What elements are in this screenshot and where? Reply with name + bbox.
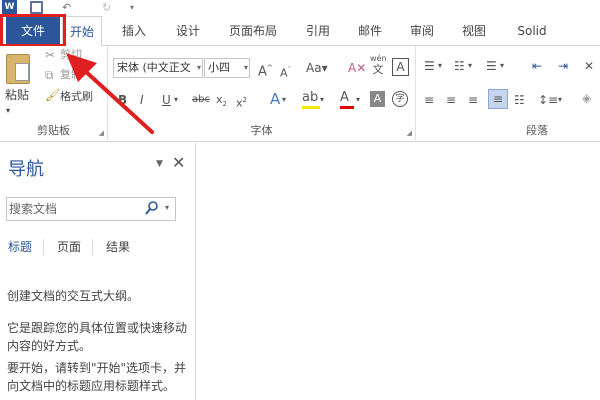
bold-icon[interactable]: B (118, 92, 127, 108)
change-case-icon[interactable]: Aa▾ (306, 60, 328, 76)
cut-button[interactable]: 剪切 (60, 46, 82, 64)
divider (92, 239, 93, 255)
copy-button[interactable]: 复制 (60, 66, 82, 84)
numbering-dropdown-icon[interactable]: ▾ (468, 58, 472, 74)
search-input[interactable] (9, 200, 141, 218)
font-color-icon[interactable]: A (340, 90, 354, 109)
font-name-field[interactable]: 宋体 (中文正文 ▾ (113, 58, 203, 78)
line-spacing-icon[interactable]: ↕≡ (538, 92, 558, 108)
multilevel-list-icon[interactable]: ☰ (486, 58, 497, 74)
align-right-icon[interactable]: ≡ (468, 92, 478, 108)
paragraph-group-label: 段落 (526, 124, 548, 137)
tab-layout[interactable]: 页面布局 (220, 16, 286, 46)
highlight-dropdown-icon[interactable]: ▾ (320, 92, 324, 108)
underline-icon[interactable]: U (162, 92, 171, 108)
tab-home[interactable]: 开始 (62, 16, 102, 47)
italic-icon[interactable]: I (140, 92, 144, 108)
nav-help-text-3: 要开始，请转到"开始"选项卡，并向文档中的标题应用标题样式。 (7, 361, 187, 393)
clear-formatting-icon[interactable]: A✕ (348, 60, 366, 76)
navigation-pane: 导航 ▼ ✕ ▾ 标题 页面 结果 创建文档的交互式大纲。 它是跟踪您的具体位置… (0, 143, 196, 400)
document-area[interactable] (197, 143, 600, 400)
search-dropdown-icon[interactable]: ▾ (165, 203, 169, 212)
nav-help-text-1: 创建文档的交互式大纲。 (7, 289, 140, 303)
undo-icon[interactable]: ↶ (62, 1, 71, 15)
justify-icon[interactable]: ≡ (488, 89, 508, 109)
font-size-dropdown-icon[interactable]: ▾ (244, 59, 248, 77)
font-name-dropdown-icon[interactable]: ▾ (194, 59, 201, 77)
highlight-color-icon[interactable]: ab (302, 90, 320, 109)
distributed-icon[interactable]: ☷ (514, 92, 525, 108)
format-painter-button[interactable]: 格式刷 (60, 88, 93, 106)
numbering-icon[interactable]: ☷ (454, 58, 465, 74)
save-icon[interactable] (30, 1, 43, 14)
cut-icon: ✂ (45, 48, 56, 62)
tab-solid[interactable]: Solid (508, 16, 556, 46)
nav-tab-pages[interactable]: 页面 (57, 238, 81, 255)
font-size-field[interactable]: 小四 ▾ (204, 58, 250, 78)
multilevel-dropdown-icon[interactable]: ▾ (500, 58, 504, 74)
font-name-value: 宋体 (中文正文 (117, 61, 191, 74)
clipboard-launcher-icon[interactable]: ◢ (99, 129, 104, 137)
character-border-icon[interactable]: A (392, 58, 409, 76)
shrink-font-icon[interactable]: Aˇ (280, 62, 291, 82)
search-box: ▾ (6, 197, 176, 221)
nav-tab-headings[interactable]: 标题 (8, 238, 32, 255)
increase-indent-icon[interactable]: ⇥ (558, 58, 568, 74)
font-size-value: 小四 (208, 61, 230, 74)
subscript-icon[interactable]: x2 (216, 92, 227, 112)
nav-help-text-2: 它是跟踪您的具体位置或快速移动内容的好方式。 (7, 321, 188, 353)
phonetic-guide-pinyin: wén (370, 54, 387, 63)
text-effects-dropdown-icon[interactable]: ▾ (282, 92, 286, 108)
font-group-label: 字体 (250, 124, 273, 137)
strikethrough-icon[interactable]: abc (192, 92, 210, 108)
font-color-dropdown-icon[interactable]: ▾ (356, 92, 360, 108)
superscript-icon[interactable]: x2 (236, 92, 247, 112)
clipboard-group-label: 剪贴板 (37, 124, 70, 137)
bullets-icon[interactable]: ☰ (424, 58, 435, 74)
tab-references[interactable]: 引用 (296, 16, 340, 46)
tab-mailings[interactable]: 邮件 (348, 16, 392, 46)
redo-icon[interactable]: ↻ (102, 1, 111, 15)
chevron-down-icon[interactable]: ▼ (156, 159, 163, 169)
clipboard-group: 粘贴 ▾ ✂ 剪切 ⧉ 复制 🖌 格式刷 剪贴板 ◢ (0, 46, 108, 142)
shading-icon[interactable]: ◈ (582, 90, 591, 106)
nav-title: 导航 (8, 159, 44, 180)
file-tab-highlight-box (0, 14, 66, 47)
ribbon: 粘贴 ▾ ✂ 剪切 ⧉ 复制 🖌 格式刷 剪贴板 ◢ 宋体 (中文正文 ▾ 小四… (0, 46, 600, 142)
decrease-indent-icon[interactable]: ⇤ (532, 58, 542, 74)
grow-font-icon[interactable]: A^ (258, 60, 273, 80)
word-logo-icon: W (2, 0, 17, 15)
tab-design[interactable]: 设计 (166, 16, 210, 46)
tab-view[interactable]: 视图 (452, 16, 496, 46)
text-effects-icon[interactable]: A (270, 91, 280, 107)
align-center-icon[interactable]: ≡ (446, 92, 456, 108)
search-icon[interactable] (145, 200, 159, 216)
nav-tab-results[interactable]: 结果 (106, 238, 130, 255)
paste-dropdown-icon[interactable]: ▾ (6, 102, 10, 120)
phonetic-guide-icon[interactable]: wén 文 (370, 54, 387, 76)
chinese-layout-icon[interactable]: ✕ (584, 58, 594, 74)
character-shading-icon[interactable]: A (370, 91, 385, 107)
tab-insert[interactable]: 插入 (112, 16, 156, 46)
paragraph-group: ☰ ▾ ☷ ▾ ☰ ▾ ⇤ ⇥ ✕ ≡ ≡ ≡ ≡ ☷ ↕≡ ▾ ◈ 段落 (416, 46, 600, 142)
font-group: 宋体 (中文正文 ▾ 小四 ▾ A^ Aˇ Aa▾ A✕ wén 文 A B I… (108, 46, 416, 142)
close-icon[interactable]: ✕ (172, 153, 185, 172)
underline-dropdown-icon[interactable]: ▾ (174, 92, 178, 108)
font-launcher-icon[interactable]: ◢ (407, 129, 412, 137)
line-spacing-dropdown-icon[interactable]: ▾ (558, 92, 562, 108)
divider (43, 239, 44, 255)
quick-access-toolbar: W ↶ ↻ ▾ (0, 0, 600, 16)
bullets-dropdown-icon[interactable]: ▾ (438, 58, 442, 74)
format-painter-icon: 🖌 (45, 88, 61, 102)
ribbon-tabs: 文件 开始 插入 设计 页面布局 引用 邮件 审阅 视图 Solid (0, 16, 600, 47)
copy-icon: ⧉ (45, 68, 54, 82)
phonetic-guide-char: 文 (372, 63, 384, 76)
customize-icon[interactable]: ▾ (130, 1, 134, 15)
paste-icon (6, 54, 30, 84)
tab-review[interactable]: 审阅 (400, 16, 444, 46)
enclose-characters-icon[interactable]: 字 (392, 91, 408, 107)
align-left-icon[interactable]: ≡ (424, 92, 434, 108)
